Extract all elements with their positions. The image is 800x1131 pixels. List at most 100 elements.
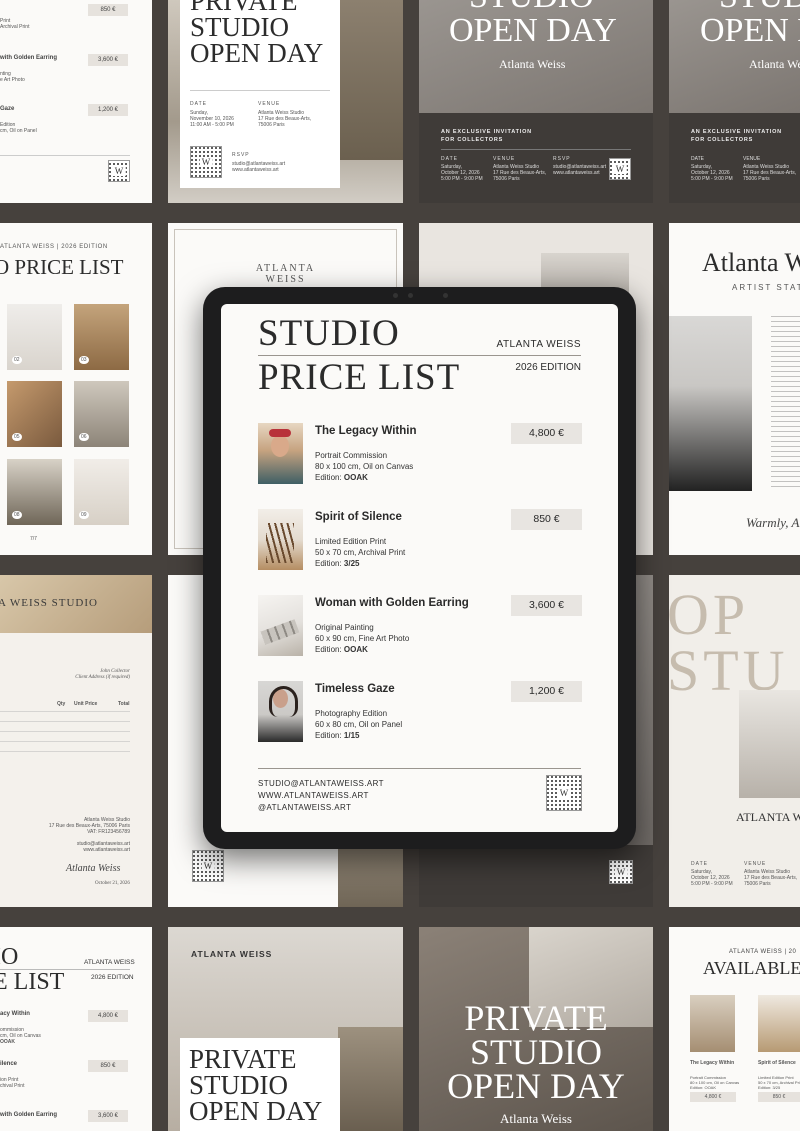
item-edition: Edition: 3/25 [315, 559, 359, 568]
item-size: 50 x 70 cm, Archival Print [315, 548, 406, 557]
item-edition: Edition: OOAK [315, 645, 368, 654]
footer-website[interactable]: WWW.ATLANTAWEISS.ART [258, 791, 369, 800]
edition-value: 3/25 [343, 559, 360, 568]
camera-dot [408, 293, 413, 298]
edition-label: 2026 EDITION [515, 362, 581, 373]
price-item: Spirit of Silence Limited Edition Print … [258, 509, 582, 571]
event-title: PRIVATE STUDIO OPEN DAY [189, 1044, 323, 1126]
qr-code [609, 158, 631, 180]
footer-divider [258, 768, 581, 769]
item-line: OOAK [0, 1039, 15, 1045]
item-name: with Golden Earring [0, 1112, 58, 1118]
card-header: ATLANTA WEISS | 20 [729, 949, 797, 955]
paint-tubes-shape [260, 619, 300, 645]
artist-name: Atlanta Weiss [499, 1111, 572, 1126]
camera-dot [393, 293, 398, 298]
signature: Warmly, At [746, 515, 800, 530]
venue-label: VENUE [744, 861, 767, 867]
bg-available-card: ATLANTA WEISS | 20 AVAILABLE The Legacy … [669, 927, 800, 1131]
bg-open-day-card-3: ATLANTA WEISS PRIVATE STUDIO OPEN DAY [168, 927, 403, 1131]
rsvp-value: studio@atlantaweiss.art www.atlantaweiss… [553, 164, 607, 176]
title-panel: PRIVATE STUDIO OPEN DAY DATE Sunday, Nov… [180, 0, 340, 188]
title-panel: PRIVATE STUDIO OPEN DAY [180, 1038, 340, 1131]
edition-value: OOAK [343, 645, 368, 654]
tablet-device: STUDIO PRICE LIST ATLANTA WEISS 2026 EDI… [203, 287, 636, 849]
page-number: 7/7 [30, 536, 37, 542]
flowers-shape [269, 429, 291, 437]
card-header: ATLANTA WEISS | 2026 EDITION [0, 244, 108, 250]
venue-value: Atlanta Weiss Studio 17 Rue des Beaux-Ar… [743, 164, 797, 182]
venue-value: Atlanta Weiss Studio 17 Rue des Beaux-Ar… [744, 869, 798, 887]
date-label: DATE [190, 101, 207, 107]
bg-open-day-card-1: PRIVATE STUDIO OPEN DAY DATE Sunday, Nov… [168, 0, 403, 203]
item-type: Limited Edition Print [315, 537, 387, 546]
item-line: Archival Print [0, 24, 30, 30]
hair-shape [269, 686, 298, 717]
client-info: John Collector Client Address (if requir… [75, 669, 130, 680]
item-name: Spirit of Silence [315, 511, 402, 523]
bg-price-list-card-2: IO E LIST ATLANTA WEISS 2026 EDITION 4,8… [0, 927, 152, 1131]
building-photo [338, 1027, 403, 1131]
artist-name: ATLANTA WEISS [496, 339, 581, 350]
rsvp-label: RSVP [232, 152, 250, 158]
footer-handle[interactable]: @ATLANTAWEISS.ART [258, 803, 351, 812]
qr-code [192, 850, 224, 882]
price-chip: 3,600 € [88, 54, 128, 66]
artist-name: Atlanta Weiss [499, 57, 566, 71]
price-chip: 850 € [758, 1092, 800, 1102]
item-name: acy Within [0, 1011, 30, 1017]
venue-label: VENUE [493, 156, 516, 162]
price-chip: 3,600 € [88, 1110, 128, 1122]
studio-info: Atlanta Weiss Studio 17 Rue des Beaux-Ar… [48, 817, 130, 835]
thumb-number: 06 [79, 433, 89, 441]
statue-photo [739, 690, 800, 798]
rsvp-label: RSVP [553, 156, 571, 162]
edition-label: Edition: [315, 473, 344, 482]
item-line: e Art Photo [0, 77, 25, 83]
price-chip: 1,200 € [88, 104, 128, 116]
price-item: The Legacy Within Portrait Commission 80… [258, 423, 582, 485]
col-total: Total [118, 701, 130, 707]
price-chip: 4,800 € [511, 423, 582, 444]
item-details: Limited Edition Print 50 x 70 cm, Archiv… [758, 1075, 800, 1090]
venue-label: VENUE [258, 101, 281, 107]
event-title: OPEN DAY [449, 12, 617, 49]
statement-text [771, 316, 800, 491]
artwork-thumb [258, 681, 303, 742]
price-chip: 850 € [511, 509, 582, 530]
bg-invitation-card-2: STUDIO OPEN DAY Atlanta Weiss AN EXCLUSI… [669, 0, 800, 203]
event-title: PRIVATE STUDIO OPEN DAY [447, 998, 625, 1106]
item-type: Photography Edition [315, 709, 388, 718]
portrait-photo [669, 316, 752, 491]
date-label: DATE [441, 156, 458, 162]
divider [0, 155, 130, 156]
brand: ATLANTA WEISS [191, 949, 273, 959]
invitation-text: AN EXCLUSIVE INVITATION FOR COLLECTORS [441, 129, 532, 143]
item-type: Original Painting [315, 623, 374, 632]
price-chip: 1,200 € [511, 681, 582, 702]
tablet-screen: STUDIO PRICE LIST ATLANTA WEISS 2026 EDI… [221, 304, 618, 832]
thumb-number: 03 [79, 356, 89, 364]
divider [441, 149, 631, 150]
title-line-1: STUDIO [258, 313, 400, 354]
item-name: The Legacy Within [690, 1060, 735, 1066]
edition-value: OOAK [343, 473, 368, 482]
venue-value: Atlanta Weiss Studio 17 Rue des Beaux-Ar… [493, 164, 547, 182]
artist-name: ATLANTA WEISS [255, 263, 316, 285]
artist-name: Atlanta Weiss [749, 57, 800, 71]
item-size: 60 x 90 cm, Fine Art Photo [315, 634, 410, 643]
rsvp-value: studio@atlantaweiss.art www.atlantaweiss… [232, 161, 286, 173]
date-label: DATE [691, 156, 704, 162]
event-title: OPEN DAY [700, 12, 800, 49]
item-name: The Legacy Within [315, 425, 417, 437]
price-item: Timeless Gaze Photography Edition 60 x 8… [258, 681, 582, 743]
price-item: Woman with Golden Earring Original Paint… [258, 595, 582, 657]
artist-name: ATLANTA WE [736, 810, 800, 824]
thumb-number: 02 [12, 356, 22, 364]
bg-open-day-card-4: PRIVATE STUDIO OPEN DAY Atlanta Weiss [419, 927, 653, 1131]
face-shape [271, 435, 289, 457]
footer-email[interactable]: STUDIO@ATLANTAWEISS.ART [258, 779, 384, 788]
date-value: Sunday, November 10, 2026 11:00 AM - 5:0… [190, 110, 234, 128]
card-title: O PRICE LIST [0, 255, 124, 279]
divider [0, 969, 130, 970]
